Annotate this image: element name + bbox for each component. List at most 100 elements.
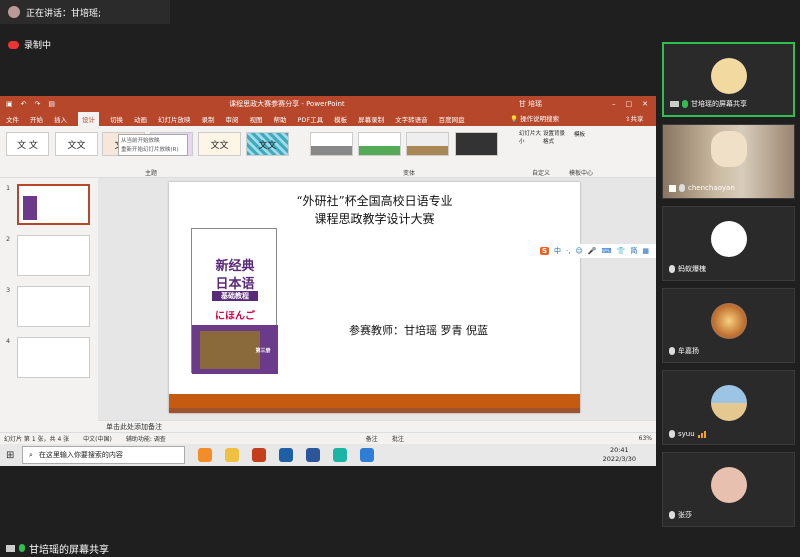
- ribbon-tab[interactable]: 模板: [334, 114, 347, 124]
- save-icon[interactable]: ▣: [6, 100, 13, 108]
- folder-icon[interactable]: [225, 448, 239, 462]
- slide-count: 幻灯片 第 1 张，共 4 张: [4, 436, 70, 443]
- meeting-app-icon[interactable]: [360, 448, 374, 462]
- book-cover-image: 新经典 日本语 基础教程 にほんご 第三册: [191, 228, 278, 374]
- ribbon-tab[interactable]: 帮助: [274, 114, 287, 124]
- avatar: [710, 221, 747, 257]
- notes-pane[interactable]: 单击此处添加备注: [98, 420, 656, 432]
- speaker-avatar-icon: [8, 6, 20, 18]
- recording-indicator[interactable]: 录制中: [8, 38, 51, 51]
- slide-teachers: 参赛教师：甘培瑶 罗青 倪蓝: [349, 324, 488, 337]
- slide-thumbnail-2[interactable]: [17, 235, 90, 276]
- windows-taskbar: ⊞ ⌕ 在这里输入你要搜索的内容 20:41 2022/3/30: [0, 444, 656, 466]
- template-button[interactable]: 模板: [574, 130, 585, 138]
- ribbon-tab[interactable]: 动画: [134, 114, 147, 124]
- theme-2[interactable]: 文文: [55, 132, 98, 156]
- ribbon-tab[interactable]: 插入: [54, 114, 67, 124]
- ribbon-tab[interactable]: 文件: [6, 114, 19, 124]
- status-bar: 幻灯片 第 1 张，共 4 张 中文(中国) 辅助功能: 调查 备注 批注 63…: [0, 432, 656, 444]
- theme-office[interactable]: 文 文: [6, 132, 49, 156]
- redo-icon[interactable]: ↷: [35, 100, 41, 108]
- ribbon-tab[interactable]: 设计: [78, 112, 99, 126]
- screen-share-icon: [6, 544, 15, 552]
- maximize-icon[interactable]: □: [626, 100, 633, 108]
- taskbar-search[interactable]: ⌕ 在这里输入你要搜索的内容: [22, 446, 185, 464]
- ribbon-tab[interactable]: 录制: [202, 114, 215, 124]
- slide-thumbnails: 1 2 3 4: [0, 178, 98, 428]
- design-ribbon: 文 文 文文 文文 文文 文文 文文 从当前开始放映重新开始幻灯片放映(R) 主…: [0, 126, 656, 178]
- slide-title-line2: 课程思政教学设计大赛: [314, 212, 435, 226]
- ribbon-tab[interactable]: 屏幕录制: [358, 114, 384, 124]
- language[interactable]: 中文(中国): [83, 434, 112, 443]
- ribbon-tab[interactable]: 幻灯片放映: [158, 114, 191, 124]
- theme-6[interactable]: 文文: [246, 132, 289, 156]
- clock[interactable]: 20:41 2022/3/30: [603, 446, 636, 464]
- participant-tile[interactable]: 甘培瑶的屏幕共享: [662, 42, 795, 117]
- mic-on-icon: [682, 100, 688, 108]
- mic-off-icon: [669, 511, 675, 519]
- current-slide[interactable]: “外研社”杯全国高校日语专业 课程思政教学设计大赛 新经典 日本语 基础教程 に…: [169, 182, 580, 413]
- group-themes: 主题: [145, 170, 158, 177]
- ribbon-tab[interactable]: 审阅: [226, 114, 239, 124]
- thumb-number: 2: [6, 235, 11, 243]
- participant-tile[interactable]: 蚂蚁爆槐: [662, 206, 795, 281]
- undo-icon[interactable]: ↶: [21, 100, 27, 108]
- group-template: 模板中心: [569, 170, 594, 177]
- camera-icon: [669, 184, 676, 192]
- minimize-icon[interactable]: –: [612, 100, 616, 108]
- variant-4[interactable]: [455, 132, 498, 156]
- recording-label: 录制中: [24, 41, 52, 51]
- thumb-number: 1: [6, 184, 11, 192]
- close-icon[interactable]: ✕: [642, 100, 648, 108]
- comments-button[interactable]: 批注: [392, 434, 404, 443]
- format-background-button[interactable]: 设置背景格式: [543, 130, 567, 146]
- variant-3[interactable]: [406, 132, 449, 156]
- ribbon-tab[interactable]: 文字转语音: [395, 114, 428, 124]
- participant-tile[interactable]: 张莎: [662, 452, 795, 527]
- ribbon-tab[interactable]: 百度网盘: [439, 114, 465, 124]
- share-button[interactable]: ⇧共享: [625, 113, 643, 123]
- slide-thumbnail-4[interactable]: [17, 337, 90, 378]
- ribbon-tab[interactable]: 视图: [250, 114, 263, 124]
- mic-off-icon: [669, 265, 675, 273]
- mic-off-icon: [669, 430, 675, 438]
- variant-1[interactable]: [310, 132, 353, 156]
- zoom-level[interactable]: 63%: [639, 435, 652, 442]
- sogou-icon[interactable]: S: [540, 247, 550, 255]
- present-icon[interactable]: ▤: [48, 100, 55, 108]
- slide-thumbnail-1[interactable]: [17, 184, 90, 225]
- cloud-record-icon: [8, 40, 19, 49]
- photos-icon[interactable]: [279, 448, 293, 462]
- powerpoint-icon[interactable]: [252, 448, 266, 462]
- slide-thumbnail-3[interactable]: [17, 286, 90, 327]
- avatar: [710, 58, 747, 94]
- variant-2[interactable]: [358, 132, 401, 156]
- avatar: [710, 385, 747, 421]
- speaking-indicator: 正在讲话：甘培瑶;: [0, 0, 170, 24]
- app-icon[interactable]: [198, 448, 212, 462]
- user-name[interactable]: 甘 培瑶: [519, 99, 542, 109]
- word-icon[interactable]: [306, 448, 320, 462]
- accessibility[interactable]: 辅助功能: 调查: [126, 434, 166, 443]
- slideshow-tooltip: 从当前开始放映 重新开始幻灯片放映(R): [118, 134, 188, 156]
- slide-footer-bar: [169, 394, 580, 413]
- participant-tile[interactable]: chenchaoyan: [662, 124, 795, 199]
- edge-icon[interactable]: [333, 448, 347, 462]
- windows-start-icon[interactable]: ⊞: [6, 450, 14, 461]
- ime-toolbar[interactable]: S 中 ·, ☺ 🎤 ⌨ 👕 简 ▦: [537, 244, 656, 258]
- participant-tile[interactable]: syuu: [662, 370, 795, 445]
- video-feed: [710, 131, 747, 167]
- slide-size-button[interactable]: 幻灯片大小: [519, 130, 541, 146]
- participant-tile[interactable]: 牟嘉扬: [662, 288, 795, 363]
- notes-button[interactable]: 备注: [366, 434, 378, 443]
- theme-5[interactable]: 文文: [198, 132, 241, 156]
- ribbon-tab[interactable]: 开始: [30, 114, 43, 124]
- ribbon-tab[interactable]: 切换: [110, 114, 123, 124]
- thumb-number: 4: [6, 337, 11, 345]
- screen-share-label: 甘培瑶的屏幕共享: [0, 539, 130, 557]
- search-icon: ⌕: [29, 450, 33, 459]
- ribbon-tab[interactable]: PDF工具: [298, 114, 324, 124]
- avatar: [710, 303, 747, 339]
- tell-me-search[interactable]: 💡 操作说明搜索: [510, 113, 559, 123]
- avatar: [710, 467, 747, 503]
